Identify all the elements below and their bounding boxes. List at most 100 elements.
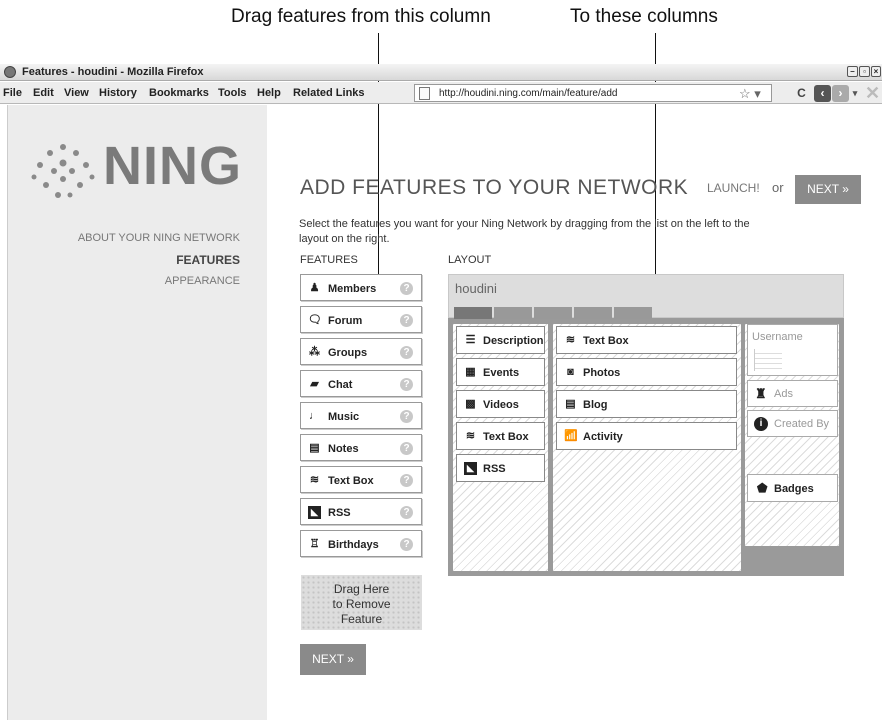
sidebar: NING ABOUT YOUR NING NETWORK FEATURES AP…: [8, 105, 267, 720]
dropzone-line-3: Feature: [340, 612, 383, 626]
info-icon: i: [754, 417, 768, 431]
callout-drag-features: Drag features from this column: [231, 6, 491, 27]
feature-item-birthdays[interactable]: ♖ Birthdays ?: [300, 530, 422, 557]
dropzone-line-1: Drag Here: [333, 582, 390, 596]
or-text: or: [772, 180, 784, 195]
window-titlebar: Features - houdini - Mozilla Firefox – ▫…: [0, 64, 882, 81]
chat-icon: ▰: [310, 378, 319, 390]
ads-icon: ♜: [755, 386, 767, 401]
rss-icon: ◣: [464, 462, 477, 475]
activity-icon: 📶: [564, 430, 578, 442]
ning-logo-icon: [31, 144, 95, 198]
text-box-icon: ≋: [309, 474, 320, 486]
help-icon[interactable]: ?: [400, 506, 413, 519]
menu-tools[interactable]: Tools: [218, 87, 247, 99]
feature-item-members[interactable]: ♟ Members ?: [300, 274, 422, 301]
menu-bookmarks[interactable]: Bookmarks: [149, 87, 209, 99]
videos-icon: ▩: [465, 398, 476, 410]
callout-to-columns: To these columns: [570, 6, 718, 27]
layout-item-rss[interactable]: ◣ RSS: [456, 454, 545, 482]
maximize-button[interactable]: ▫: [859, 66, 870, 77]
layout-item-text-box[interactable]: ≋ Text Box: [456, 422, 545, 450]
sidebar-link-about[interactable]: ABOUT YOUR NING NETWORK: [78, 232, 240, 244]
forum-icon: 🗨: [308, 314, 322, 326]
back-button[interactable]: ‹: [814, 85, 831, 102]
page-left-edge: [0, 105, 8, 720]
description-icon: ☰: [465, 334, 476, 346]
history-dropdown-icon[interactable]: ▾: [850, 85, 860, 102]
launch-link[interactable]: LAUNCH!: [707, 181, 760, 195]
photos-icon: ◙: [567, 366, 574, 378]
badges-icon: ⬟: [757, 481, 768, 495]
notes-icon: ▤: [309, 442, 320, 454]
firefox-icon: [4, 66, 16, 78]
layout-heading: LAYOUT: [448, 254, 492, 266]
layout-item-photos[interactable]: ◙ Photos: [556, 358, 737, 386]
layout-item-blog[interactable]: ▤ Blog: [556, 390, 737, 418]
layout-item-description[interactable]: ☰ Description: [456, 326, 545, 354]
blog-icon: ▤: [565, 398, 576, 410]
page-title: ADD FEATURES TO YOUR NETWORK: [300, 176, 689, 199]
rss-icon: ◣: [308, 506, 321, 519]
feature-item-rss[interactable]: ◣ RSS ?: [300, 498, 422, 525]
layout-tab: [574, 307, 612, 319]
members-icon: ♟: [309, 282, 320, 294]
help-icon[interactable]: ?: [400, 346, 413, 359]
feature-item-text-box[interactable]: ≋ Text Box ?: [300, 466, 422, 493]
menu-edit[interactable]: Edit: [33, 87, 54, 99]
layout-item-text-box[interactable]: ≋ Text Box: [556, 326, 737, 354]
forward-button[interactable]: ›: [832, 85, 849, 102]
stop-icon[interactable]: ✕: [864, 84, 881, 102]
close-window-button[interactable]: ×: [871, 66, 881, 77]
layout-item-badges[interactable]: ⬟ Badges: [747, 474, 838, 502]
feature-item-music[interactable]: ♩ Music ?: [300, 402, 422, 429]
help-icon[interactable]: ?: [400, 282, 413, 295]
layout-item-videos[interactable]: ▩ Videos: [456, 390, 545, 418]
help-icon[interactable]: ?: [400, 378, 413, 391]
layout-tab: [494, 307, 532, 319]
dropzone-line-2: to Remove: [332, 597, 391, 611]
url-text: http://houdini.ning.com/main/feature/add: [439, 88, 618, 99]
help-icon[interactable]: ?: [400, 314, 413, 327]
text-box-icon: ≋: [465, 430, 476, 442]
help-icon[interactable]: ?: [400, 442, 413, 455]
next-button-bottom[interactable]: NEXT »: [300, 644, 366, 675]
layout-item-events[interactable]: ▦ Events: [456, 358, 545, 386]
layout-tab: [614, 307, 652, 319]
profile-lines-icon: [754, 349, 782, 371]
menu-view[interactable]: View: [64, 87, 89, 99]
feature-item-notes[interactable]: ▤ Notes ?: [300, 434, 422, 461]
feature-item-groups[interactable]: ⁂ Groups ?: [300, 338, 422, 365]
help-icon[interactable]: ?: [400, 410, 413, 423]
layout-item-ads[interactable]: ♜ Ads: [747, 380, 838, 407]
instructions-text: Select the features you want for your Ni…: [299, 218, 750, 245]
layout-item-created-by[interactable]: i Created By: [747, 410, 838, 437]
network-name: houdini: [455, 281, 497, 296]
reload-icon[interactable]: C: [793, 85, 810, 102]
next-button-top[interactable]: NEXT »: [795, 175, 861, 204]
remove-feature-dropzone[interactable]: Drag Here to Remove Feature: [301, 575, 422, 630]
layout-item-activity[interactable]: 📶 Activity: [556, 422, 737, 450]
layout-tab: [454, 307, 492, 319]
layout-item-username[interactable]: Username: [747, 324, 838, 376]
feature-item-forum[interactable]: 🗨 Forum ?: [300, 306, 422, 333]
menu-file[interactable]: File: [3, 87, 22, 99]
help-icon[interactable]: ?: [400, 474, 413, 487]
sidebar-link-features[interactable]: FEATURES: [176, 253, 240, 267]
help-icon[interactable]: ?: [400, 538, 413, 551]
music-icon: ♩: [309, 410, 320, 422]
url-bar[interactable]: http://houdini.ning.com/main/feature/add…: [414, 84, 772, 102]
feature-item-chat[interactable]: ▰ Chat ?: [300, 370, 422, 397]
menu-history[interactable]: History: [99, 87, 137, 99]
minimize-button[interactable]: –: [847, 66, 858, 77]
features-heading: FEATURES: [300, 254, 358, 266]
events-icon: ▦: [465, 366, 476, 378]
layout-tab: [534, 307, 572, 319]
groups-icon: ⁂: [309, 346, 320, 358]
menu-help[interactable]: Help: [257, 87, 281, 99]
star-icon[interactable]: ☆ ▾: [739, 86, 761, 102]
sidebar-link-appearance[interactable]: APPEARANCE: [165, 275, 240, 287]
page-icon: [419, 87, 430, 100]
birthdays-icon: ♖: [309, 538, 320, 550]
menu-related-links[interactable]: Related Links: [293, 87, 365, 99]
